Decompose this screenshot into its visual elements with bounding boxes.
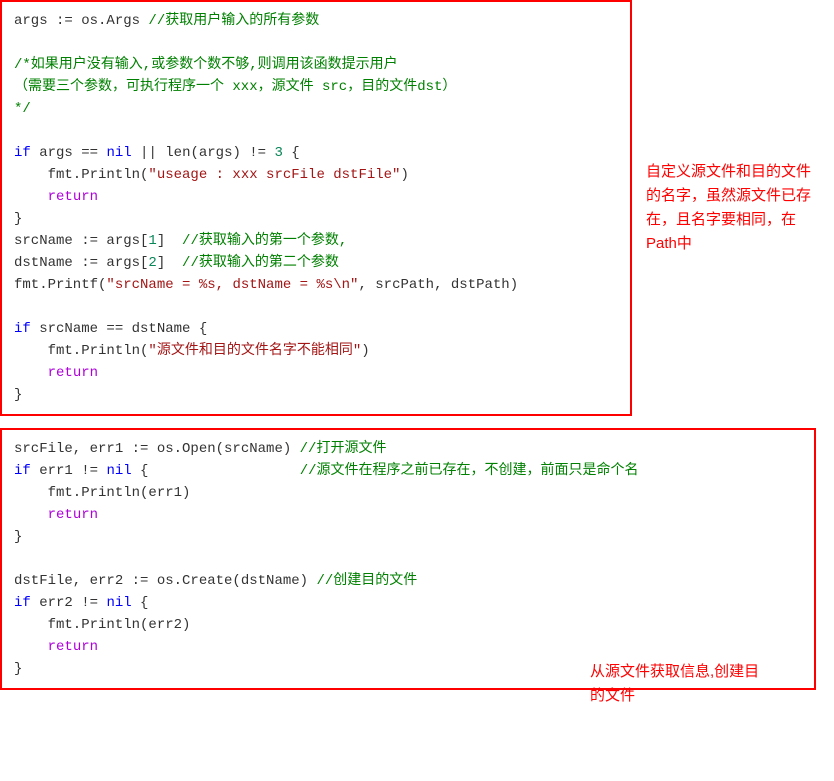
code-text: } [14,661,22,677]
keyword-return: return [48,365,98,381]
comment: //获取输入的第一个参数, [182,233,347,249]
keyword: if [14,321,31,337]
comment: */ [14,101,31,117]
code-text: fmt.Println( [14,167,148,183]
code-text: fmt.Println(err1) [14,485,190,501]
comment: （需要三个参数，可执行程序一个 xxx，源文件 src，目的文件dst） [14,79,456,95]
code-text: srcFile, err1 := os.Open(srcName) [14,441,300,457]
code-text: ) [400,167,408,183]
keyword-return: return [48,189,98,205]
code-text: { [283,145,300,161]
code-text: } [14,387,22,403]
keyword-return: return [48,507,98,523]
code-text: ] [157,233,182,249]
keyword: if [14,145,31,161]
code-text: dstFile, err2 := os.Create(dstName) [14,573,316,589]
keyword: if [14,595,31,611]
comment: //获取输入的第二个参数 [182,255,339,271]
code-text [14,639,48,655]
annotation-1: 自定义源文件和目的文件的名字，虽然源文件已存在，且名字要相同，在Path中 [646,160,816,256]
code-block-1: args := os.Args //获取用户输入的所有参数 /*如果用户没有输入… [0,0,632,416]
code-text: } [14,529,22,545]
code-text: args == [31,145,107,161]
number: 2 [148,255,156,271]
code-text: || len(args) != [132,145,275,161]
keyword-return: return [48,639,98,655]
keyword: nil [106,463,131,479]
comment: //创建目的文件 [316,573,417,589]
code-text: args := os.Args [14,13,148,29]
code-block-2: srcFile, err1 := os.Open(srcName) //打开源文… [0,428,816,690]
keyword: if [14,463,31,479]
code-text [14,365,48,381]
number: 1 [148,233,156,249]
code-text: fmt.Println( [14,343,148,359]
comment: /*如果用户没有输入,或参数个数不够,则调用该函数提示用户 [14,57,398,73]
code-text [14,507,48,523]
annotation-2: 从源文件获取信息,创建目的文件 [590,660,760,708]
code-text: srcName == dstName { [31,321,207,337]
code-text: fmt.Println(err2) [14,617,190,633]
comment: //源文件在程序之前已存在，不创建，前面只是命个名 [300,463,639,479]
string: "srcName = %s, dstName = %s\n" [106,277,358,293]
string: "源文件和目的文件名字不能相同" [148,343,361,359]
code-text: { [132,595,149,611]
keyword: nil [106,145,131,161]
string: "useage : xxx srcFile dstFile" [148,167,400,183]
code-text: } [14,211,22,227]
code-text: err1 != [31,463,107,479]
code-text [14,189,48,205]
comment: //获取用户输入的所有参数 [148,13,319,29]
code-text: ) [361,343,369,359]
code-text: ] [157,255,182,271]
page-wrap: args := os.Args //获取用户输入的所有参数 /*如果用户没有输入… [0,0,834,690]
code-text: { [132,463,300,479]
number: 3 [274,145,282,161]
comment: //打开源文件 [300,441,387,457]
code-text: fmt.Printf( [14,277,106,293]
code-text: srcName := args[ [14,233,148,249]
code-text: dstName := args[ [14,255,148,271]
keyword: nil [106,595,131,611]
code-text: , srcPath, dstPath) [358,277,518,293]
code-text: err2 != [31,595,107,611]
